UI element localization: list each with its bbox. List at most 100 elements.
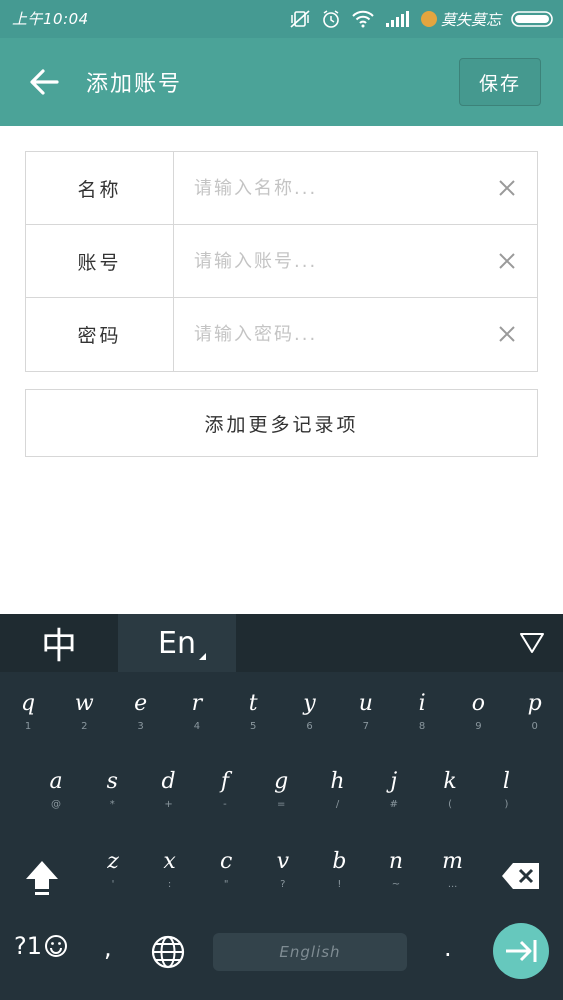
name-input[interactable] xyxy=(174,152,537,224)
key-secondary-char: 0 xyxy=(531,721,538,732)
key-char: b xyxy=(332,849,347,874)
key-secondary-char: ' xyxy=(111,879,115,890)
key-char: n xyxy=(388,849,404,874)
key-t[interactable]: t5 xyxy=(225,690,281,734)
key-secondary-char: ! xyxy=(337,879,342,890)
key-secondary-char: 9 xyxy=(475,721,482,732)
key-secondary-char: @ xyxy=(51,799,61,810)
key-secondary-char: : xyxy=(167,879,172,890)
soft-keyboard: 中 En q1w2e3r4t5y6u7i8o9p0 a @ s * d + f - g = h / j #… xyxy=(0,614,563,1000)
period-key[interactable]: . xyxy=(444,934,452,962)
key-g[interactable]: g = xyxy=(253,768,309,812)
key-char: y xyxy=(303,691,316,716)
key-p[interactable]: p0 xyxy=(507,690,563,734)
key-v[interactable]: v? xyxy=(255,848,311,892)
carrier-label: 莫失莫忘 xyxy=(440,10,501,29)
enter-key[interactable] xyxy=(493,923,549,979)
symbols-key[interactable]: ?1 xyxy=(14,932,68,960)
shift-key[interactable] xyxy=(18,854,66,902)
key-char: x xyxy=(163,849,176,874)
key-j[interactable]: j # xyxy=(366,768,422,812)
key-u[interactable]: u7 xyxy=(338,690,394,734)
key-s[interactable]: s * xyxy=(84,768,140,812)
carrier-name: 莫失莫忘 xyxy=(420,9,501,30)
key-char: o xyxy=(471,691,486,716)
signal-icon xyxy=(385,10,411,28)
key-char: k xyxy=(443,769,457,794)
password-input[interactable] xyxy=(174,298,537,371)
key-char: m xyxy=(442,849,464,874)
key-secondary-char: ? xyxy=(280,879,286,890)
key-e[interactable]: e3 xyxy=(113,690,169,734)
comma-key[interactable]: , xyxy=(104,934,112,962)
key-secondary-char: + xyxy=(164,799,173,810)
key-secondary-char: 5 xyxy=(250,721,257,732)
key-secondary-char: - xyxy=(223,799,227,810)
keyboard-toolbar: 中 En xyxy=(0,614,563,672)
key-x[interactable]: x: xyxy=(142,848,198,892)
key-a[interactable]: a @ xyxy=(28,768,84,812)
arrow-right-bar-icon xyxy=(506,940,537,962)
clear-icon[interactable] xyxy=(497,324,517,344)
key-char: r xyxy=(191,691,203,716)
key-char: f xyxy=(220,769,229,794)
form-row-password: 密码 xyxy=(26,298,537,371)
key-secondary-char: * xyxy=(109,799,115,810)
clear-icon[interactable] xyxy=(497,251,517,271)
key-secondary-char: 1 xyxy=(24,721,32,732)
key-secondary-char: ( xyxy=(448,799,453,810)
key-f[interactable]: f- xyxy=(197,768,253,812)
key-w[interactable]: w2 xyxy=(56,690,112,734)
account-label: 账号 xyxy=(26,225,174,297)
key-d[interactable]: d + xyxy=(141,768,197,812)
shift-icon xyxy=(26,861,58,895)
status-time: 上午10:04 xyxy=(12,10,89,28)
add-more-fields-button[interactable]: 添加更多记录项 xyxy=(25,389,538,457)
key-char: u xyxy=(358,691,373,716)
key-char: l xyxy=(502,769,510,794)
key-n[interactable]: n ~ xyxy=(368,848,424,892)
english-input-tab[interactable]: En xyxy=(118,614,236,672)
save-button[interactable]: 保存 xyxy=(459,58,541,106)
key-char: p xyxy=(527,691,542,716)
key-secondary-char: 2 xyxy=(81,721,88,732)
account-form: 名称 账号 密码 xyxy=(25,151,538,372)
collapse-keyboard-icon[interactable] xyxy=(519,631,545,655)
backspace-key[interactable] xyxy=(499,856,543,896)
key-z[interactable]: z ' xyxy=(85,848,141,892)
key-char: g xyxy=(274,769,289,794)
clear-icon[interactable] xyxy=(497,178,517,198)
key-char: i xyxy=(418,691,426,716)
space-key[interactable]: English xyxy=(213,933,407,971)
key-char: s xyxy=(106,769,118,794)
key-h[interactable]: h / xyxy=(310,768,366,812)
key-char: v xyxy=(276,849,290,874)
key-secondary-char: ) xyxy=(504,799,509,810)
key-y[interactable]: y6 xyxy=(282,690,338,734)
key-k[interactable]: k( xyxy=(422,768,478,812)
key-char: q xyxy=(20,691,36,716)
key-char: z xyxy=(107,849,119,874)
account-input-cell xyxy=(174,225,537,297)
corner-triangle-icon xyxy=(199,653,206,660)
backspace-icon xyxy=(502,863,539,889)
key-secondary-char: 3 xyxy=(137,721,144,732)
vibrate-off-icon xyxy=(289,9,311,29)
key-b[interactable]: b! xyxy=(311,848,367,892)
back-button[interactable] xyxy=(24,62,64,102)
app-bar: 添加账号 保存 xyxy=(0,38,563,126)
key-m[interactable]: m... xyxy=(425,848,481,892)
account-input[interactable] xyxy=(174,225,537,297)
symbols-key-label: ?1 xyxy=(14,932,43,960)
key-i[interactable]: i8 xyxy=(394,690,450,734)
key-q[interactable]: q1 xyxy=(0,690,56,734)
key-char: h xyxy=(330,769,345,794)
key-o[interactable]: o9 xyxy=(450,690,506,734)
key-r[interactable]: r4 xyxy=(169,690,225,734)
key-secondary-char: " xyxy=(223,879,229,890)
chinese-input-tab[interactable]: 中 xyxy=(0,614,118,672)
globe-icon[interactable] xyxy=(150,934,186,970)
key-l[interactable]: l) xyxy=(478,768,534,812)
key-c[interactable]: c " xyxy=(198,848,254,892)
english-tab-label: En xyxy=(158,625,196,661)
